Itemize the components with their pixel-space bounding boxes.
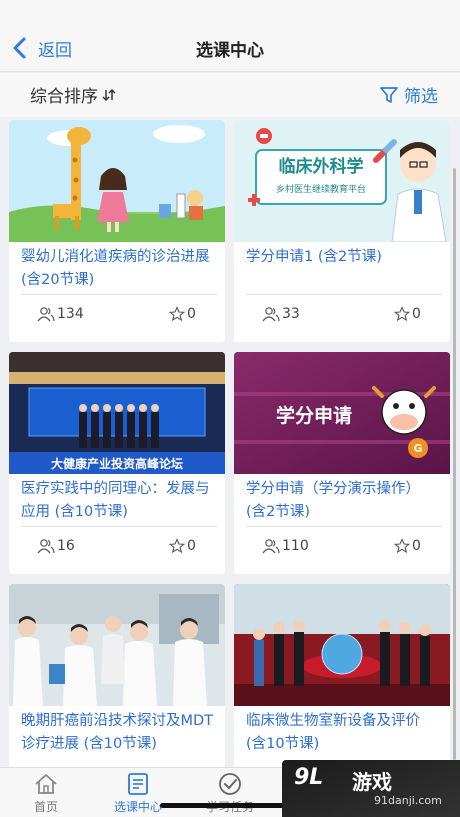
student-count: 33 <box>262 306 300 322</box>
divider <box>246 526 442 527</box>
course-card[interactable]: 学分申请 G 学分申请（学分演示操作） (含2节课) 110 0 <box>234 352 450 574</box>
course-card[interactable]: 大健康产业投资高峰论坛 医疗实践中的同理心：发展与应用 (含10节课) 16 0 <box>9 352 225 574</box>
watermark-url: 91danji.com <box>374 794 442 807</box>
tab-home[interactable]: 首页 <box>6 772 86 815</box>
course-card[interactable]: 临床外科学 乡村医生继续教育平台 学分申请1 (含2节课) 33 0 <box>234 120 450 342</box>
star-icon <box>169 306 185 322</box>
filter-icon <box>380 86 398 103</box>
course-card[interactable]: 临床微生物室新设备及评价 (含10节课) <box>234 584 450 767</box>
course-thumbnail <box>234 584 450 706</box>
course-thumbnail <box>9 120 225 242</box>
course-title[interactable]: 临床微生物室新设备及评价 (含10节课) <box>246 710 442 756</box>
star-icon <box>169 538 185 554</box>
thumb-subheading: 乡村医生继续教育平台 <box>276 183 366 195</box>
favorite-count[interactable]: 0 <box>394 306 421 322</box>
student-count-value: 134 <box>57 306 84 322</box>
star-icon <box>394 538 410 554</box>
course-title[interactable]: 学分申请1 (含2节课) <box>246 246 442 269</box>
favorite-count-value: 0 <box>412 538 421 554</box>
divider <box>246 294 442 295</box>
scrollbar[interactable] <box>453 168 456 760</box>
sort-dropdown[interactable]: 综合排序 <box>30 82 116 107</box>
svg-text:G: G <box>413 442 422 455</box>
student-count: 134 <box>37 306 84 322</box>
course-title[interactable]: 晚期肝癌前沿技术探讨及MDT诊疗进展 (含10节课) <box>21 710 217 756</box>
course-title[interactable]: 医疗实践中的同理心：发展与应用 (含10节课) <box>21 478 217 524</box>
student-count: 16 <box>37 538 75 554</box>
sort-filter-bar: 综合排序 筛选 <box>0 73 460 117</box>
page-title: 选课中心 <box>196 41 264 61</box>
divider <box>21 526 217 527</box>
users-icon <box>37 539 55 554</box>
home-indicator <box>160 803 300 808</box>
favorite-count-value: 0 <box>187 306 196 322</box>
course-thumbnail: 学分申请 G <box>234 352 450 474</box>
student-count-value: 110 <box>282 538 309 554</box>
tab-label: 选课中心 <box>113 800 162 814</box>
favorite-count[interactable]: 0 <box>394 538 421 554</box>
check-circle-icon <box>219 773 241 795</box>
thumb-heading: 临床外科学 <box>279 156 364 177</box>
student-count-value: 16 <box>57 538 75 554</box>
sort-label: 综合排序 <box>30 87 98 107</box>
favorite-count[interactable]: 0 <box>169 306 196 322</box>
thumb-banner-text: 大健康产业投资高峰论坛 <box>51 456 183 471</box>
home-icon <box>35 774 57 794</box>
star-icon <box>394 306 410 322</box>
favorite-count[interactable]: 0 <box>169 538 196 554</box>
users-icon <box>262 539 280 554</box>
course-title[interactable]: 婴幼儿消化道疾病的诊治进展 (含20节课) <box>21 246 217 292</box>
watermark-logo: 9L <box>294 765 324 790</box>
course-list-icon <box>128 773 148 795</box>
watermark: 9L 游戏 91danji.com <box>282 760 460 817</box>
tab-label: 首页 <box>33 800 58 814</box>
tab-learning-tasks[interactable]: 学习任务 <box>190 772 270 815</box>
student-count: 110 <box>262 538 309 554</box>
nav-header: 返回 选课中心 <box>0 0 460 72</box>
course-thumbnail: 大健康产业投资高峰论坛 <box>9 352 225 474</box>
favorite-count-value: 0 <box>412 306 421 322</box>
course-card[interactable]: 婴幼儿消化道疾病的诊治进展 (含20节课) 134 0 <box>9 120 225 342</box>
thumb-heading: 学分申请 <box>276 404 352 427</box>
users-icon <box>262 307 280 322</box>
watermark-brand: 游戏 <box>352 770 392 794</box>
tab-course-center[interactable]: 选课中心 <box>98 772 178 815</box>
course-title[interactable]: 学分申请（学分演示操作） (含2节课) <box>246 478 442 524</box>
divider <box>21 294 217 295</box>
users-icon <box>37 307 55 322</box>
course-card[interactable]: 晚期肝癌前沿技术探讨及MDT诊疗进展 (含10节课) <box>9 584 225 767</box>
filter-button[interactable]: 筛选 <box>380 82 438 107</box>
course-thumbnail: 临床外科学 乡村医生继续教育平台 <box>234 120 450 242</box>
favorite-count-value: 0 <box>187 538 196 554</box>
course-thumbnail <box>9 584 225 706</box>
sort-icon <box>102 88 116 101</box>
filter-label: 筛选 <box>404 87 438 107</box>
student-count-value: 33 <box>282 306 300 322</box>
course-grid: 婴幼儿消化道疾病的诊治进展 (含20节课) 134 0 临床外科学 乡村医生继续… <box>0 117 460 767</box>
